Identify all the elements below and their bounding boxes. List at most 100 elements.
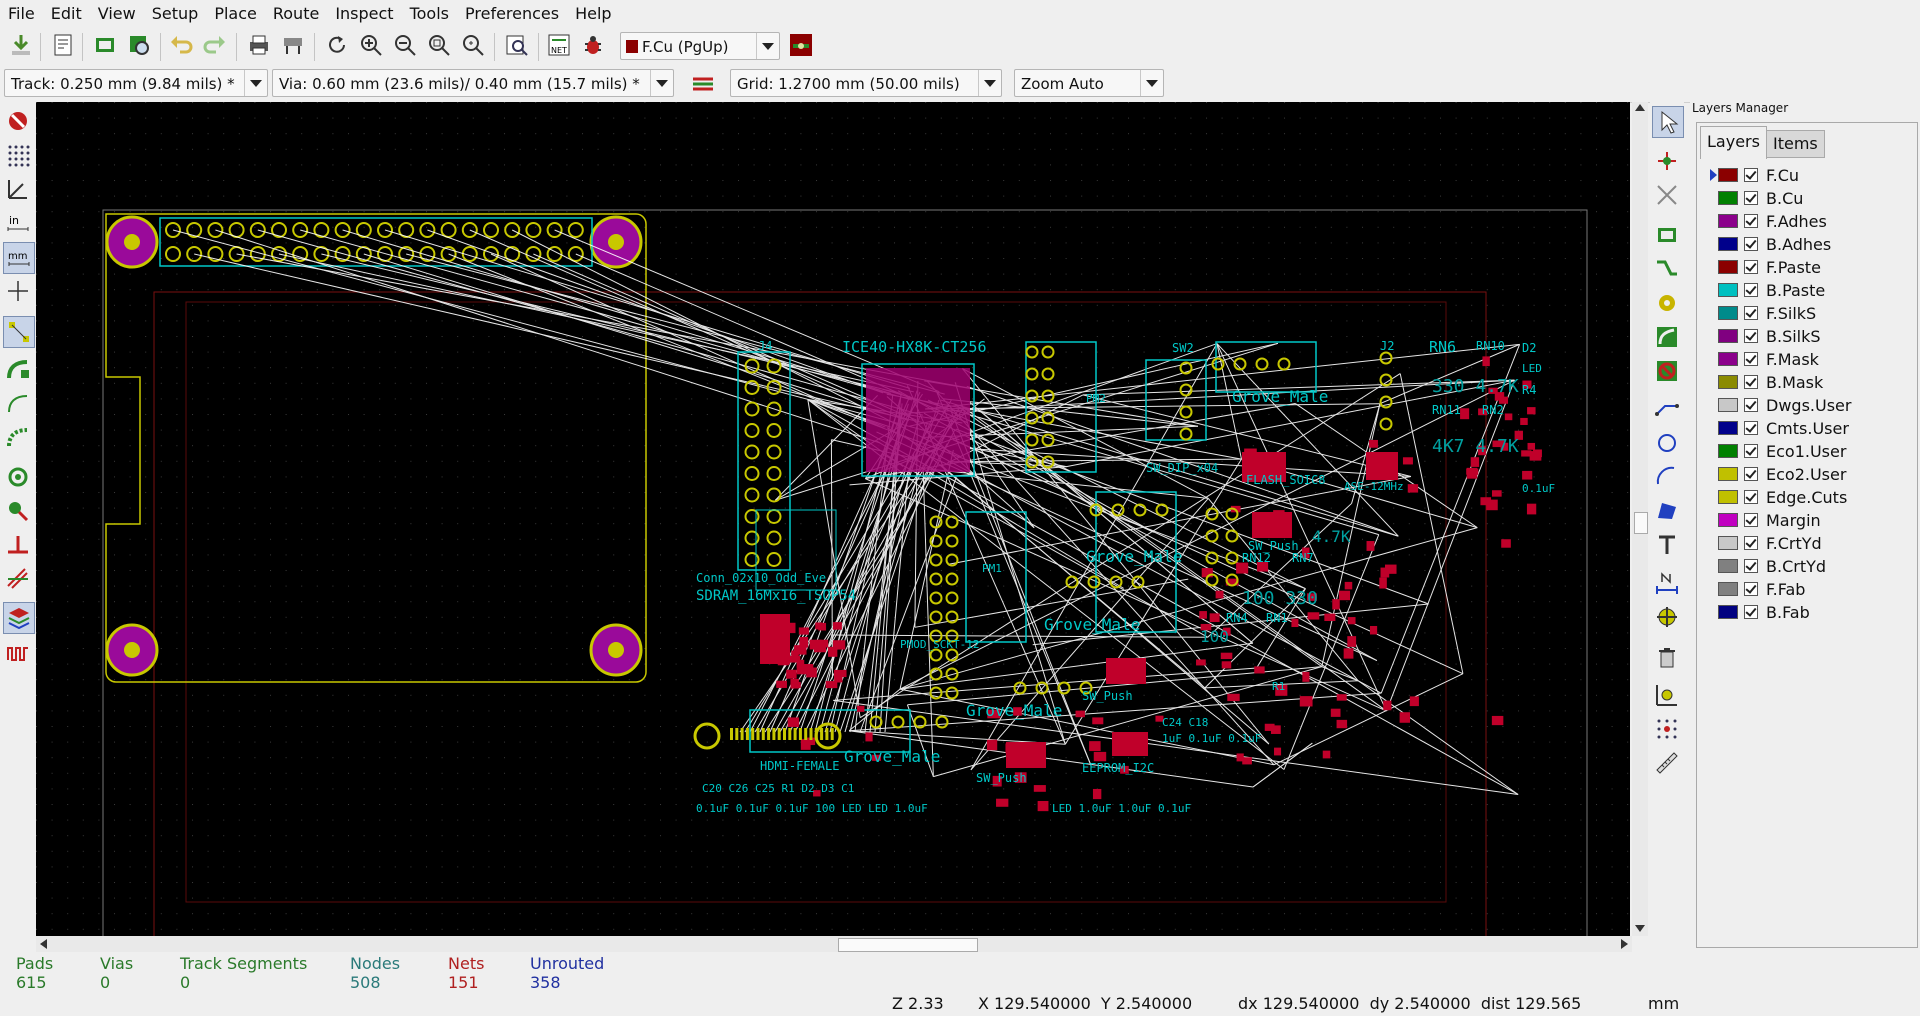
zoom-out-icon[interactable] — [390, 30, 420, 60]
grid-origin-icon[interactable] — [1652, 714, 1682, 744]
add-line-icon[interactable] — [1652, 394, 1682, 424]
zones-outline-icon[interactable] — [3, 388, 33, 418]
menu-setup[interactable]: Setup — [144, 0, 207, 28]
layer-row-f-adhes[interactable]: F.Adhes — [1710, 210, 1827, 232]
layer-visibility-checkbox[interactable] — [1744, 513, 1758, 527]
layer-color-swatch[interactable] — [1718, 260, 1738, 274]
layer-color-swatch[interactable] — [1718, 559, 1738, 573]
select-arrow-icon[interactable] — [1652, 106, 1684, 138]
add-via-icon[interactable] — [1652, 288, 1682, 318]
add-zone-icon[interactable] — [1652, 322, 1682, 352]
layer-color-swatch[interactable] — [1718, 375, 1738, 389]
menu-route[interactable]: Route — [265, 0, 327, 28]
tab-layers[interactable]: Layers — [1700, 126, 1767, 159]
zones-filled-icon[interactable] — [3, 354, 33, 384]
zoom-in-icon[interactable] — [356, 30, 386, 60]
add-dimension-icon[interactable] — [1652, 568, 1682, 598]
drc-bug-icon[interactable] — [578, 30, 608, 60]
layer-visibility-checkbox[interactable] — [1744, 398, 1758, 412]
horizontal-scroll-thumb[interactable] — [838, 938, 978, 952]
layer-row-margin[interactable]: Margin — [1710, 509, 1821, 531]
find-icon[interactable] — [502, 30, 532, 60]
menu-help[interactable]: Help — [567, 0, 619, 28]
add-circle-icon[interactable] — [1652, 428, 1682, 458]
layer-pair-icon[interactable] — [786, 30, 816, 60]
layer-row-b-paste[interactable]: B.Paste — [1710, 279, 1825, 301]
track-width-select[interactable]: Track: 0.250 mm (9.84 mils) * — [4, 69, 268, 97]
menu-file[interactable]: File — [0, 0, 43, 28]
scroll-right-icon[interactable] — [1621, 939, 1628, 949]
print-icon[interactable] — [244, 30, 274, 60]
layer-row-f-fab[interactable]: F.Fab — [1710, 578, 1805, 600]
layer-row-b-crtyd[interactable]: B.CrtYd — [1710, 555, 1826, 577]
layer-visibility-checkbox[interactable] — [1744, 559, 1758, 573]
layer-row-f-mask[interactable]: F.Mask — [1710, 348, 1819, 370]
layer-color-swatch[interactable] — [1718, 513, 1738, 527]
layer-visibility-checkbox[interactable] — [1744, 375, 1758, 389]
layer-visibility-checkbox[interactable] — [1744, 214, 1758, 228]
layer-color-swatch[interactable] — [1718, 168, 1738, 182]
keepout-icon[interactable] — [1652, 356, 1682, 386]
layer-color-swatch[interactable] — [1718, 582, 1738, 596]
scroll-up-icon[interactable] — [1635, 104, 1645, 111]
menu-edit[interactable]: Edit — [43, 0, 90, 28]
layer-color-swatch[interactable] — [1718, 467, 1738, 481]
layers-manager-toggle-icon[interactable] — [3, 602, 35, 634]
page-settings-icon[interactable] — [48, 30, 78, 60]
microwave-icon[interactable] — [3, 638, 33, 668]
zoom-selection-icon[interactable] — [458, 30, 488, 60]
via-size-select[interactable]: Via: 0.60 mm (23.6 mils)/ 0.40 mm (15.7 … — [272, 69, 674, 97]
layer-color-swatch[interactable] — [1718, 605, 1738, 619]
layer-color-swatch[interactable] — [1718, 329, 1738, 343]
via-sketch-icon[interactable] — [3, 496, 33, 526]
add-footprint-icon[interactable] — [1652, 220, 1682, 250]
set-origin-icon[interactable] — [1652, 680, 1682, 710]
polar-coords-icon[interactable] — [3, 174, 33, 204]
layer-visibility-checkbox[interactable] — [1744, 536, 1758, 550]
layer-row-eco2-user[interactable]: Eco2.User — [1710, 463, 1846, 485]
layer-row-b-cu[interactable]: B.Cu — [1710, 187, 1803, 209]
zoom-fit-icon[interactable] — [424, 30, 454, 60]
scroll-down-icon[interactable] — [1635, 925, 1645, 932]
layer-color-swatch[interactable] — [1718, 237, 1738, 251]
route-track-icon[interactable] — [1652, 254, 1682, 284]
scroll-left-icon[interactable] — [40, 939, 47, 949]
menu-inspect[interactable]: Inspect — [327, 0, 401, 28]
layer-row-f-crtyd[interactable]: F.CrtYd — [1710, 532, 1822, 554]
add-arc-icon[interactable] — [1652, 462, 1682, 492]
layer-row-dwgs-user[interactable]: Dwgs.User — [1710, 394, 1851, 416]
vertical-scrollbar[interactable] — [1632, 102, 1648, 936]
layer-color-swatch[interactable] — [1718, 306, 1738, 320]
layer-row-edge-cuts[interactable]: Edge.Cuts — [1710, 486, 1847, 508]
inch-units-icon[interactable]: in — [3, 208, 33, 238]
layer-row-eco1-user[interactable]: Eco1.User — [1710, 440, 1846, 462]
layer-color-swatch[interactable] — [1718, 191, 1738, 205]
read-netlist-icon[interactable] — [6, 30, 36, 60]
add-target-icon[interactable] — [1652, 602, 1682, 632]
layer-color-swatch[interactable] — [1718, 398, 1738, 412]
layer-row-b-silks[interactable]: B.SilkS — [1710, 325, 1821, 347]
menu-tools[interactable]: Tools — [402, 0, 457, 28]
add-polygon-icon[interactable] — [1652, 496, 1682, 526]
menu-place[interactable]: Place — [206, 0, 265, 28]
measure-icon[interactable] — [1652, 748, 1682, 778]
layer-select[interactable]: F.Cu (PgUp) — [620, 32, 780, 60]
layer-color-swatch[interactable] — [1718, 421, 1738, 435]
layer-visibility-checkbox[interactable] — [1744, 605, 1758, 619]
pcb-canvas[interactable]: ICE40-HX8K-CT256 SW2 SW_DIP_x04 Conn_02x… — [36, 102, 1630, 936]
tab-items[interactable]: Items — [1766, 130, 1825, 158]
footprint-viewer-icon[interactable] — [124, 30, 154, 60]
layer-visibility-checkbox[interactable] — [1744, 582, 1758, 596]
pad-sketch-icon[interactable] — [3, 462, 33, 492]
layer-visibility-checkbox[interactable] — [1744, 283, 1758, 297]
grid-select[interactable]: Grid: 1.2700 mm (50.00 mils) — [730, 69, 1002, 97]
zoom-select[interactable]: Zoom Auto — [1014, 69, 1164, 97]
layer-visibility-checkbox[interactable] — [1744, 467, 1758, 481]
auto-track-width-icon[interactable] — [688, 69, 718, 99]
drc-off-icon[interactable] — [3, 106, 33, 136]
local-ratsnest-icon[interactable] — [1652, 180, 1682, 210]
high-contrast-icon[interactable] — [3, 564, 33, 594]
layer-row-f-paste[interactable]: F.Paste — [1710, 256, 1821, 278]
layer-visibility-checkbox[interactable] — [1744, 260, 1758, 274]
layer-visibility-checkbox[interactable] — [1744, 306, 1758, 320]
